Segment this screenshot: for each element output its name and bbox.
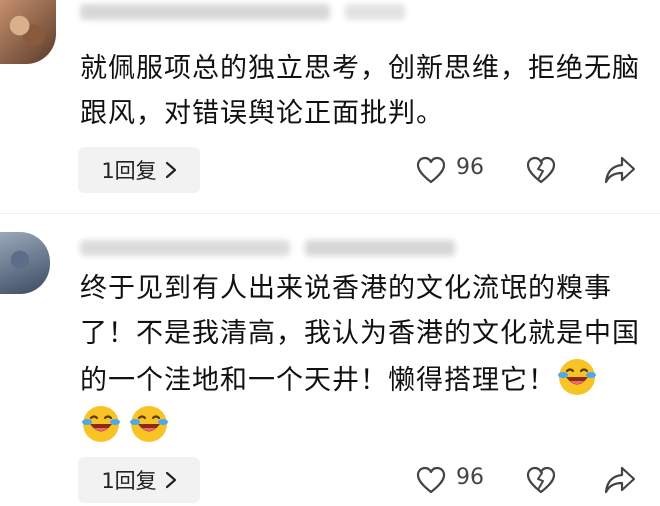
share-arrow-icon[interactable] bbox=[604, 465, 636, 495]
reply-button[interactable]: 1回复 bbox=[78, 147, 200, 193]
comment-text: 就佩服项总的独立思考，创新思维，拒绝无脑跟风，对错误舆论正面批判。 bbox=[80, 53, 640, 129]
laughing-crying-emoji bbox=[558, 359, 596, 395]
like-count: 96 bbox=[456, 465, 484, 490]
divider bbox=[0, 213, 660, 214]
laughing-crying-emoji bbox=[130, 406, 168, 442]
heart-outline-icon[interactable] bbox=[416, 156, 446, 184]
reply-button[interactable]: 1回复 bbox=[78, 457, 200, 503]
broken-heart-icon[interactable] bbox=[526, 156, 556, 184]
like-count: 96 bbox=[456, 155, 484, 180]
reply-label: 1回复 bbox=[101, 469, 157, 493]
blurred-username bbox=[80, 4, 330, 20]
chevron-right-icon bbox=[165, 161, 176, 179]
avatar[interactable] bbox=[0, 232, 50, 294]
comment-item: 就佩服项总的独立思考，创新思维，拒绝无脑跟风，对错误舆论正面批判。 1回复 96 bbox=[0, 0, 660, 210]
comment-text: 终于见到有人出来说香港的文化流氓的糗事了！不是我清高，我认为香港的文化就是中国的… bbox=[80, 266, 650, 450]
laughing-crying-emoji bbox=[82, 406, 120, 442]
comment-item: 终于见到有人出来说香港的文化流氓的糗事了！不是我清高，我认为香港的文化就是中国的… bbox=[0, 220, 660, 506]
blurred-meta bbox=[305, 240, 455, 256]
heart-outline-icon[interactable] bbox=[416, 466, 446, 494]
chevron-right-icon bbox=[165, 471, 176, 489]
broken-heart-icon[interactable] bbox=[526, 466, 556, 494]
share-arrow-icon[interactable] bbox=[604, 155, 636, 185]
comment-actions: 96 bbox=[410, 457, 650, 503]
reply-label: 1回复 bbox=[101, 159, 157, 183]
comment-actions: 96 bbox=[410, 147, 650, 193]
blurred-username bbox=[80, 240, 290, 256]
blurred-meta bbox=[345, 4, 405, 20]
avatar[interactable] bbox=[0, 0, 56, 64]
